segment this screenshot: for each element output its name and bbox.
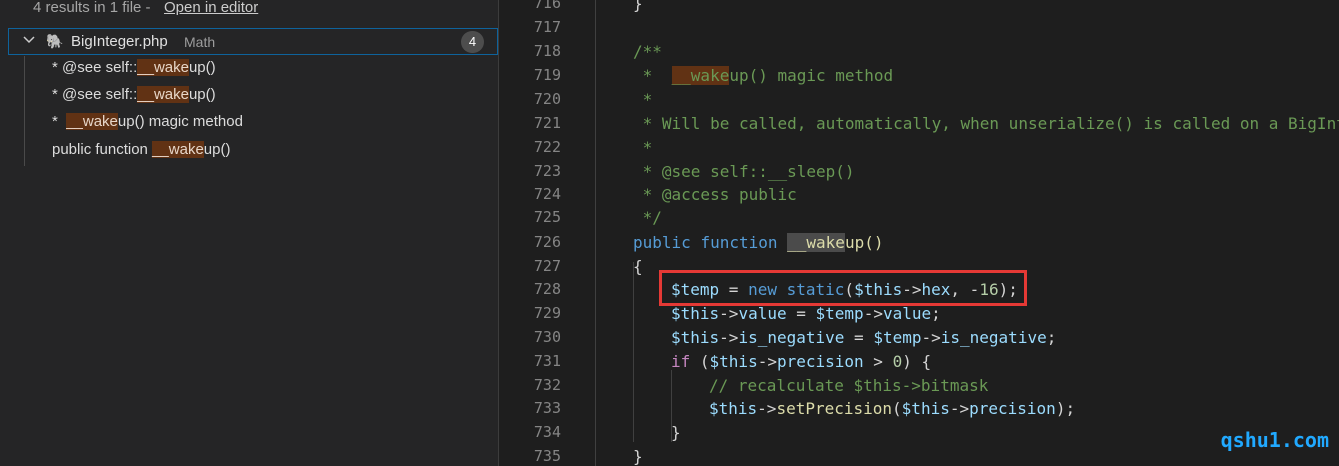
code-line-719: 719 * __wakeup() magic method	[499, 64, 1339, 88]
file-result-row[interactable]: 🐘 BigInteger.php Math 4	[8, 28, 498, 55]
line-code: $this->setPrecision($this->precision);	[709, 399, 1076, 418]
match-text-before: public function	[52, 141, 153, 158]
line-number: 734	[533, 423, 561, 441]
keyword: function	[700, 233, 778, 252]
match-text-after: up()	[188, 86, 216, 103]
search-summary: 4 results in 1 file - Open in editor	[0, 0, 498, 17]
line-number: 729	[533, 304, 561, 322]
line-number: 720	[533, 90, 561, 108]
match-highlight: __wake	[152, 141, 204, 158]
code-line-731: 731 if ($this->precision > 0) {	[499, 350, 1339, 374]
code-line-726: 726 public function __wakeup()	[499, 231, 1339, 255]
annotation-highlight-box	[659, 270, 1027, 306]
line-number: 726	[533, 233, 561, 251]
line-code: * @access public	[633, 185, 797, 204]
match-highlight: __wake	[66, 113, 118, 130]
line-number: 721	[533, 114, 561, 132]
code-editor[interactable]: 716 } 717 718 /** 719 * __wakeup() magic…	[499, 0, 1339, 466]
match-text-before: * @see self::	[52, 86, 138, 103]
line-number: 716	[533, 0, 561, 12]
match-item-1[interactable]: * @see self::__wakeup()	[52, 59, 216, 81]
watermark: qshu1.com	[1220, 428, 1329, 452]
line-number: 735	[533, 447, 561, 465]
code-line-725: 725 */	[499, 206, 1339, 230]
code-line-718: 718 /**	[499, 40, 1339, 64]
search-hit-highlight: __wake	[671, 66, 730, 85]
match-text-before: *	[52, 113, 67, 130]
code-line-721: 721 * Will be called, automatically, whe…	[499, 112, 1339, 136]
code-line-735: 735 }	[499, 445, 1339, 466]
match-highlight: __wake	[137, 59, 189, 76]
match-text-after: up()	[203, 141, 231, 158]
line-number: 725	[533, 208, 561, 226]
code-line-732: 732 // recalculate $this->bitmask	[499, 374, 1339, 398]
line-code: */	[633, 208, 662, 227]
keyword: public	[633, 233, 691, 252]
search-results-panel: 4 results in 1 file - Open in editor 🐘 B…	[0, 0, 499, 466]
code-line-717: 717	[499, 16, 1339, 40]
line-code: *	[633, 138, 653, 157]
code-line-716: 716 }	[499, 0, 1339, 16]
open-in-editor-link[interactable]: Open in editor	[164, 0, 258, 16]
line-code: }	[633, 0, 643, 13]
code-line-724: 724 * @access public	[499, 183, 1339, 207]
code-line-723: 723 * @see self::__sleep()	[499, 160, 1339, 184]
code-line-720: 720 *	[499, 88, 1339, 112]
comment-text: up() magic method	[729, 66, 894, 85]
line-code: }	[671, 423, 681, 442]
line-number: 719	[533, 66, 561, 84]
line-code: // recalculate $this->bitmask	[709, 376, 989, 395]
line-code: {	[633, 257, 643, 276]
line-code: if ($this->precision > 0) {	[671, 352, 932, 371]
line-number: 731	[533, 352, 561, 370]
match-text-before: * @see self::	[52, 59, 138, 76]
line-number: 728	[533, 280, 561, 298]
code-line-734: 734 }	[499, 421, 1339, 445]
match-text-after: up() magic method	[117, 113, 243, 130]
file-directory: Math	[184, 34, 216, 50]
line-code: /**	[633, 42, 662, 61]
match-item-2[interactable]: * @see self::__wakeup()	[52, 86, 216, 108]
php-elephant-icon: 🐘	[46, 34, 64, 50]
line-number: 727	[533, 257, 561, 275]
line-code: $this->is_negative = $temp->is_negative;	[671, 328, 1057, 347]
line-number: 732	[533, 376, 561, 394]
file-name: BigInteger.php	[71, 33, 168, 50]
tree-indent-guide	[24, 56, 25, 166]
code-line-730: 730 $this->is_negative = $temp->is_negat…	[499, 326, 1339, 350]
line-code: *	[633, 90, 653, 109]
match-item-4[interactable]: public function __wakeup()	[52, 141, 230, 163]
line-number: 723	[533, 162, 561, 180]
code-line-733: 733 $this->setPrecision($this->precision…	[499, 397, 1339, 421]
match-highlight: __wake	[137, 86, 189, 103]
line-number: 730	[533, 328, 561, 346]
match-count-badge: 4	[461, 31, 484, 53]
line-code: }	[633, 447, 643, 466]
function-name: up()	[844, 233, 884, 252]
search-hit-highlight: __wake	[787, 233, 845, 252]
line-code: * Will be called, automatically, when un…	[633, 114, 1339, 133]
line-number: 733	[533, 399, 561, 417]
line-number: 717	[533, 18, 561, 36]
line-number: 722	[533, 138, 561, 156]
line-number: 718	[533, 42, 561, 60]
chevron-down-icon[interactable]	[21, 32, 37, 48]
results-count-text: 4 results in 1 file -	[33, 0, 151, 16]
line-code: $this->value = $temp->value;	[671, 304, 941, 323]
comment-text: *	[633, 66, 672, 85]
match-text-after: up()	[188, 59, 216, 76]
code-line-722: 722 *	[499, 136, 1339, 160]
line-number: 724	[533, 185, 561, 203]
line-code: * @see self::__sleep()	[633, 162, 855, 181]
match-item-3[interactable]: * __wakeup() magic method	[52, 113, 243, 135]
